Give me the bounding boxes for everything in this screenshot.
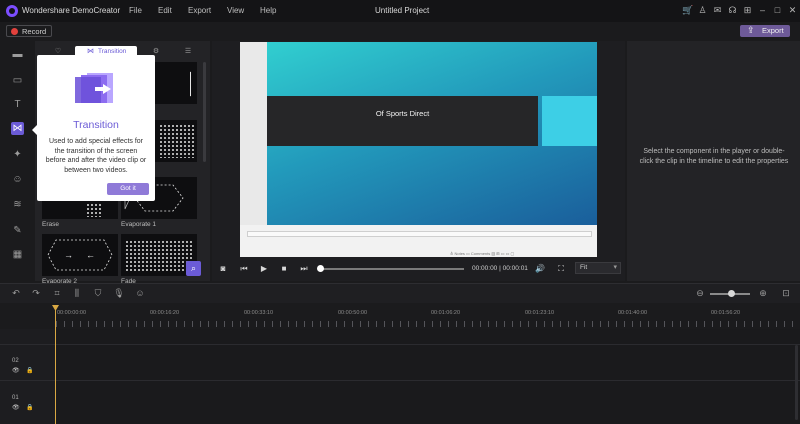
transition-tab-icon: ⋈ <box>87 48 94 55</box>
time-total: 00:00:01 <box>502 265 528 272</box>
stop-icon[interactable]: ■ <box>278 263 290 275</box>
play-icon[interactable]: ▶ <box>258 263 270 275</box>
record-dot-icon <box>11 28 18 35</box>
maximize-icon[interactable]: □ <box>772 5 783 16</box>
preview-bottom <box>240 225 597 257</box>
ruler-tick: 00:00:00:00 <box>57 310 87 316</box>
previous-icon[interactable]: ⏮ <box>238 263 250 275</box>
playback-knob[interactable] <box>317 265 324 272</box>
search-icon[interactable]: ⌕ <box>186 261 201 276</box>
preview-statusbar: ≜ Notes ▭ Comments ▥ ⊞ ▭ ▭ ▢ <box>450 251 515 256</box>
thumb-label-erase: Erase <box>42 221 59 228</box>
library-scrollbar[interactable] <box>203 62 206 162</box>
camera-icon[interactable]: ◙ <box>217 263 229 275</box>
tab-transition-label: Transition <box>98 48 127 55</box>
chevron-down-icon: ▾ <box>613 264 617 271</box>
audio-wave-icon[interactable]: ≋ <box>11 198 24 211</box>
split-icon[interactable]: ⫼ <box>71 288 83 298</box>
zoom-knob[interactable] <box>728 290 735 297</box>
track-number: 01 <box>12 395 19 401</box>
ruler-tickmarks <box>56 321 796 327</box>
folder-icon[interactable]: ▬ <box>11 48 24 61</box>
transition-popup: Transition Used to add special effects f… <box>32 55 155 201</box>
export-label: Export <box>762 26 784 35</box>
person-icon[interactable]: ♙ <box>697 5 708 16</box>
transition-icon[interactable]: ⋈ <box>11 122 24 135</box>
playback-progress[interactable] <box>320 268 464 270</box>
export-button[interactable]: ⇪ Export <box>740 25 790 37</box>
playhead[interactable] <box>55 305 56 424</box>
track-divider <box>0 380 800 381</box>
ruler-tick: 00:00:50:00 <box>338 310 368 316</box>
crop-icon[interactable]: ⌗ <box>51 288 63 298</box>
headset-icon[interactable]: ☊ <box>727 5 738 16</box>
eye-icon[interactable]: 👁 <box>12 367 20 374</box>
got-it-button[interactable]: Got it <box>107 183 149 195</box>
timecode: 00:00:00 | 00:00:01 <box>472 265 528 272</box>
popup-description: Used to add special effects for the tran… <box>45 138 147 174</box>
record-button[interactable]: Record <box>6 25 52 37</box>
cart-icon[interactable]: 🛒 <box>682 5 693 16</box>
eye-icon[interactable]: 👁 <box>12 404 20 411</box>
mark-icon[interactable]: ⛉ <box>92 288 104 298</box>
grid-icon[interactable]: ⊞ <box>742 5 753 16</box>
preview-notes-bar <box>247 231 592 237</box>
ruler-tick: 00:01:06:20 <box>431 310 461 316</box>
project-title: Untitled Project <box>375 6 430 15</box>
fullscreen-icon[interactable]: ⛶ <box>555 263 567 275</box>
tab-menu-icon[interactable]: ☰ <box>170 46 206 58</box>
track-number: 02 <box>12 358 19 364</box>
volume-icon[interactable]: 🔊 <box>534 263 546 275</box>
menu-view[interactable]: View <box>227 6 244 15</box>
time-current: 00:00:00 <box>472 265 498 272</box>
transition-thumb-evaporate-2[interactable]: → ← <box>42 234 118 276</box>
mic-icon[interactable]: 🎙 <box>113 288 125 298</box>
zoom-out-icon[interactable]: ⊖ <box>694 288 706 298</box>
menu-help[interactable]: Help <box>260 6 276 15</box>
mail-icon[interactable]: ✉ <box>712 5 723 16</box>
record-label: Record <box>22 27 47 36</box>
properties-panel: Select the component in the player or do… <box>627 41 800 281</box>
close-icon[interactable]: ✕ <box>787 5 798 16</box>
popup-title: Transition <box>73 119 119 131</box>
fit-select[interactable]: Fit ▾ <box>575 262 621 274</box>
lock-icon[interactable]: 🔒 <box>26 404 33 411</box>
upload-icon: ⇪ <box>747 25 755 35</box>
properties-message: Select the component in the player or do… <box>639 148 789 165</box>
sticker-icon[interactable]: ☺ <box>134 288 146 298</box>
slide-accent-box <box>542 96 597 146</box>
slide-title-bar: Of Sports Direct <box>267 96 538 146</box>
magic-wand-icon[interactable]: ✦ <box>11 148 24 161</box>
thumb-label-evaporate-1: Evaporate 1 <box>121 221 157 228</box>
minimize-icon[interactable]: – <box>757 5 768 16</box>
menu-edit[interactable]: Edit <box>158 6 172 15</box>
menu-export[interactable]: Export <box>188 6 211 15</box>
transition-illustration-icon <box>75 73 113 103</box>
ruler-tick: 00:00:16:20 <box>150 310 180 316</box>
fit-select-value: Fit <box>580 264 588 271</box>
ruler-tick: 00:01:56:20 <box>711 310 741 316</box>
store-icon[interactable]: ▦ <box>11 248 24 261</box>
ruler-tick: 00:00:33:10 <box>244 310 274 316</box>
redo-icon[interactable]: ↷ <box>30 288 42 298</box>
undo-icon[interactable]: ↶ <box>10 288 22 298</box>
text-icon[interactable]: T <box>11 98 24 111</box>
next-icon[interactable]: ⏭ <box>298 263 310 275</box>
ruler-tick: 00:01:23:10 <box>525 310 555 316</box>
ruler-tick: 00:01:40:00 <box>618 310 648 316</box>
sticker-icon[interactable]: ☺ <box>11 173 24 186</box>
svg-text:→: → <box>64 250 73 260</box>
menu-file[interactable]: File <box>129 6 142 15</box>
timeline-scrollbar[interactable] <box>795 345 798 420</box>
lock-icon[interactable]: 🔒 <box>26 367 33 374</box>
slide-title: Of Sports Direct <box>375 109 430 118</box>
app-logo <box>6 5 18 17</box>
app-name: Wondershare DemoCreator <box>22 6 121 15</box>
svg-text:←: ← <box>86 250 95 260</box>
pin-icon[interactable]: ✎ <box>11 224 24 237</box>
caption-icon[interactable]: ▭ <box>11 74 24 87</box>
track-divider <box>0 344 800 345</box>
zoom-in-icon[interactable]: ⊕ <box>757 288 769 298</box>
fit-timeline-icon[interactable]: ⊡ <box>780 288 792 298</box>
